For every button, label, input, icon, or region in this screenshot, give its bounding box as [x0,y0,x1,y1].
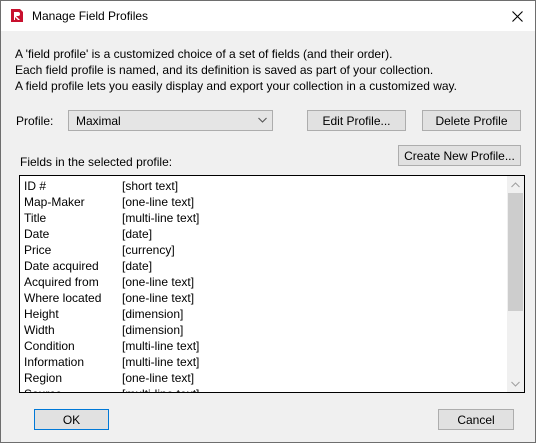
field-type: [date] [122,259,153,273]
description-line: Each field profile is named, and its def… [15,63,434,77]
close-button[interactable] [499,1,535,31]
title-bar[interactable]: Manage Field Profiles [1,1,535,31]
field-type: [one-line text] [122,275,195,289]
chevron-up-icon [511,181,520,187]
field-type: [dimension] [122,323,184,337]
vertical-scrollbar[interactable] [507,176,524,392]
field-type: [one-line text] [122,371,195,385]
window-title: Manage Field Profiles [32,9,149,23]
field-type: [date] [122,227,153,241]
scrollbar-thumb[interactable] [508,193,523,311]
profile-select-value: Maximal [76,114,121,128]
field-type: [multi-line text] [122,386,199,392]
profile-label: Profile: [16,114,54,128]
description: A 'field profile' is a customized choice… [15,46,457,94]
field-type: [currency] [122,243,175,257]
app-logo-icon [11,9,23,22]
field-name: Date acquired [24,259,99,273]
chevron-down-icon [258,117,267,123]
field-type: [short text] [122,179,179,193]
description-line: A 'field profile' is a customized choice… [15,47,393,61]
close-icon [511,10,523,22]
field-name: Acquired from [24,275,99,289]
field-name: Source [24,386,62,392]
field-type: [one-line text] [122,291,195,305]
field-name: ID # [24,179,47,193]
scroll-down-button[interactable] [507,375,524,392]
profile-select[interactable]: Maximal [68,110,273,131]
field-name: Title [24,211,47,225]
field-type: [one-line text] [122,195,195,209]
edit-profile-button[interactable]: Edit Profile... [307,110,406,131]
field-name: Width [24,323,55,337]
delete-profile-button[interactable]: Delete Profile [422,110,521,131]
field-name: Region [24,371,63,385]
chevron-down-icon [511,381,520,387]
create-new-profile-button[interactable]: Create New Profile... [398,145,521,166]
cancel-button[interactable]: Cancel [438,409,514,430]
field-name: Price [24,243,52,257]
field-type: [multi-line text] [122,211,200,225]
fields-list[interactable]: ID # [short text] Map-Maker [one-line text]… [19,175,525,393]
field-name: Height [24,307,59,321]
field-type: [multi-line text] [122,339,200,353]
field-type: [dimension] [122,307,184,321]
ok-button[interactable]: OK [34,409,109,430]
description-line: A field profile lets you easily display … [15,79,458,93]
dialog-window: Manage Field Profiles A 'field profile' … [0,0,536,443]
field-name: Where located [24,291,102,305]
fields-label: Fields in the selected profile: [20,155,173,169]
field-name: Condition [24,339,75,353]
field-name: Date [24,227,50,241]
field-name: Information [24,355,85,369]
field-name: Map-Maker [24,195,85,209]
scroll-up-button[interactable] [507,176,524,193]
field-type: [multi-line text] [122,355,200,369]
